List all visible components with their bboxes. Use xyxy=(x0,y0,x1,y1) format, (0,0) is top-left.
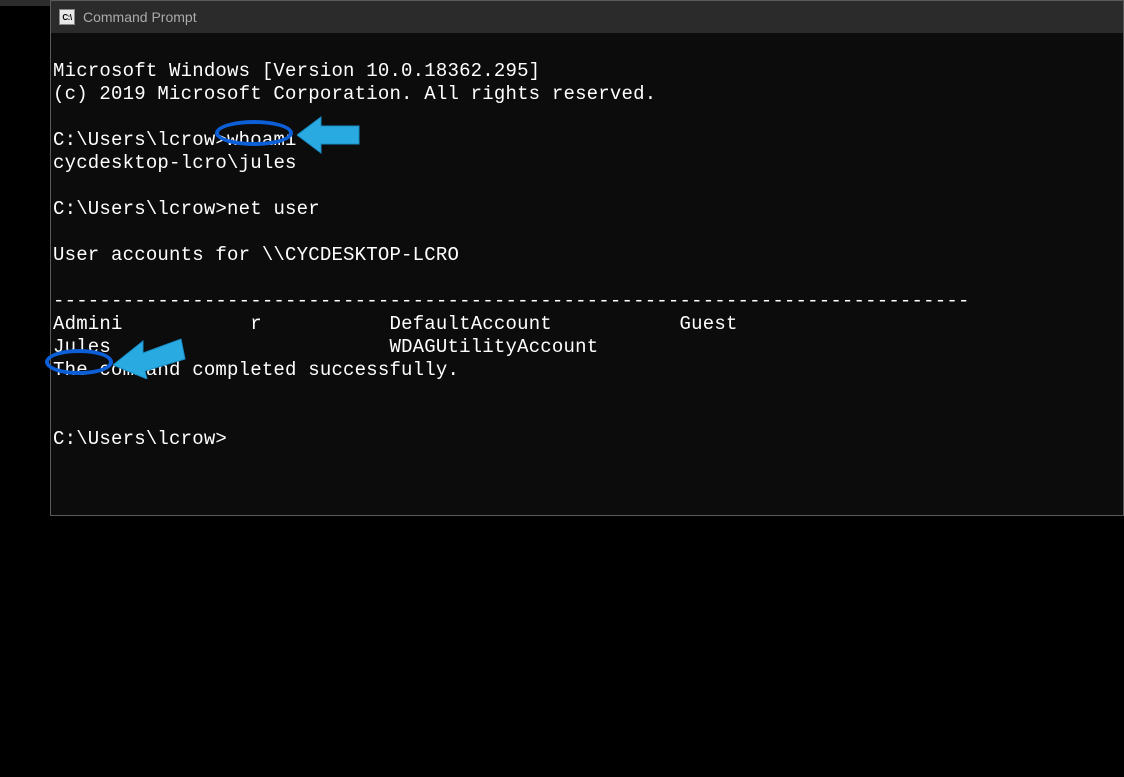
user-admin-left: Admini xyxy=(53,313,123,335)
whoami-user: \jules xyxy=(227,152,297,174)
cmd-icon: C:\ xyxy=(59,9,75,25)
prompt-line-2: C:\Users\lcrow>net user xyxy=(53,198,320,220)
user-admin-right: r xyxy=(250,313,262,335)
blank-line xyxy=(53,175,65,197)
copyright-line: (c) 2019 Microsoft Corporation. All righ… xyxy=(53,83,656,105)
command-prompt-window: C:\ Command Prompt Microsoft Windows [Ve… xyxy=(50,0,1124,516)
prompt-path: C:\Users\lcrow> xyxy=(53,198,227,220)
blank-line xyxy=(53,267,65,289)
banner-line: Microsoft Windows [Version 10.0.18362.29… xyxy=(53,60,540,82)
user-wdag: WDAGUtilityAccount xyxy=(389,336,598,358)
terminal-output[interactable]: Microsoft Windows [Version 10.0.18362.29… xyxy=(51,33,1123,777)
user-guest: Guest xyxy=(680,313,738,335)
prompt-line-3: C:\Users\lcrow> xyxy=(53,428,227,450)
completion-line: The command completed successfully. xyxy=(53,359,459,381)
cmd-icon-text: C:\ xyxy=(62,13,71,22)
blank-line xyxy=(53,382,65,404)
window-title: Command Prompt xyxy=(83,9,197,25)
user-row-2: Jules WDAGUtilityAccount xyxy=(53,336,598,358)
dash-rule: ----------------------------------------… xyxy=(53,290,970,312)
blank-line xyxy=(53,405,65,427)
annotation-arrow-1 xyxy=(297,111,369,161)
prompt-path: C:\Users\lcrow> xyxy=(53,129,227,151)
prompt-line-1: C:\Users\lcrow>whoami xyxy=(53,129,297,151)
whoami-output: cycdesktop-lcro\jules xyxy=(53,152,297,174)
blank-line xyxy=(53,221,65,243)
prompt-path: C:\Users\lcrow> xyxy=(53,428,227,450)
command-whoami: whoami xyxy=(227,129,297,151)
user-jules: Jules xyxy=(53,336,111,358)
accounts-header: User accounts for \\CYCDESKTOP-LCRO xyxy=(53,244,459,266)
whoami-host: cycdesktop-lcro xyxy=(53,152,227,174)
command-netuser: net user xyxy=(227,198,320,220)
user-row-1: Admini r DefaultAccount Guest xyxy=(53,313,738,335)
titlebar[interactable]: C:\ Command Prompt xyxy=(51,1,1123,33)
user-default: DefaultAccount xyxy=(389,313,551,335)
blank-line xyxy=(53,106,65,128)
